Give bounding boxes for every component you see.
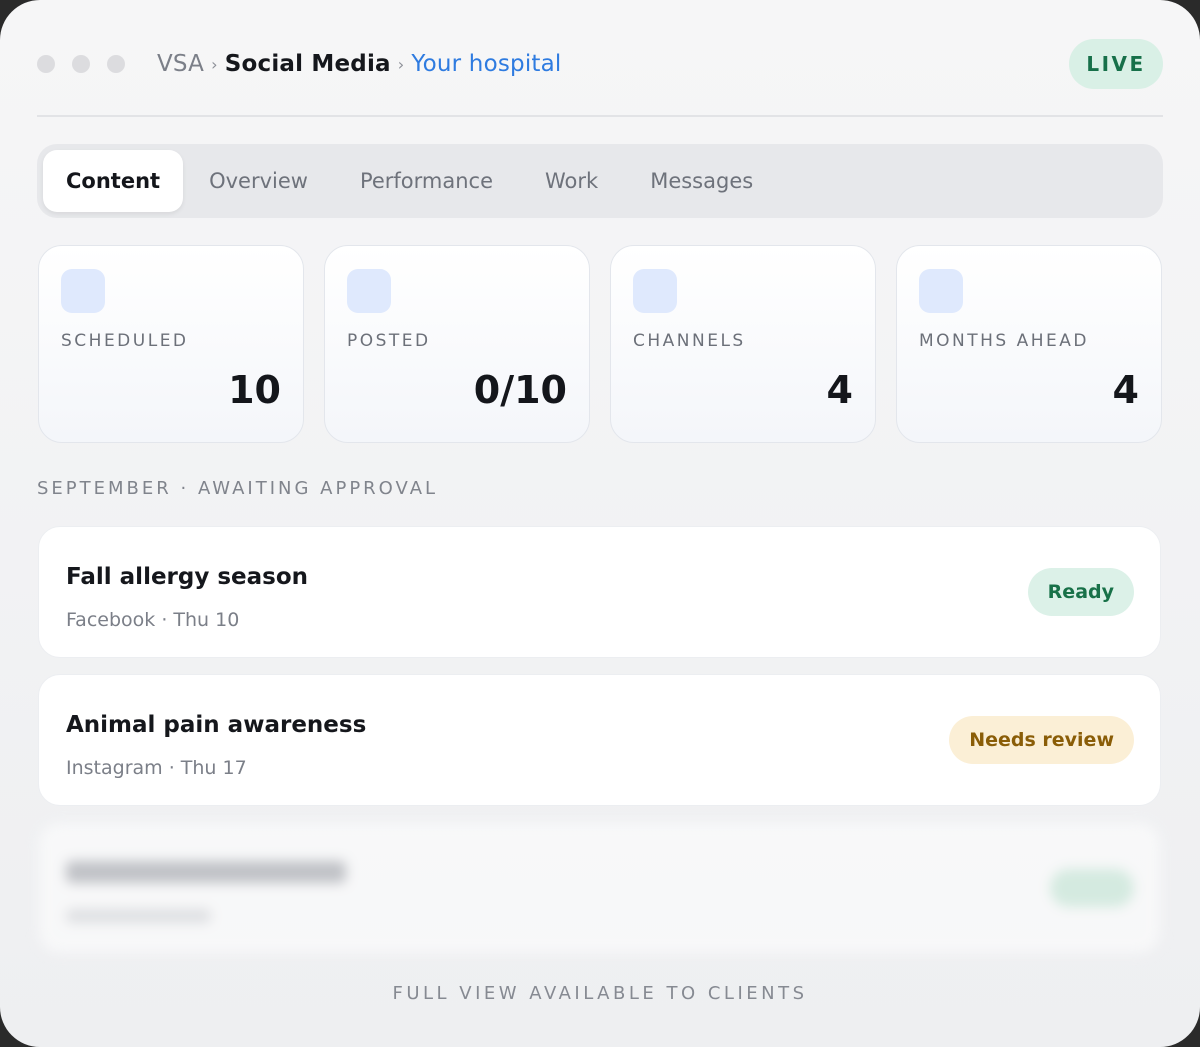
breadcrumb-current: Social Media — [224, 51, 391, 77]
breadcrumb: VSA › Social Media › Your hospital — [157, 51, 562, 77]
stat-label: MONTHS AHEAD — [919, 331, 1090, 351]
post-title: Animal pain awareness — [66, 712, 367, 738]
stat-value: 0/10 — [473, 368, 567, 412]
window-controls — [37, 55, 125, 73]
stats-row: SCHEDULED 10 POSTED 0/10 CHANNELS 4 MONT… — [38, 245, 1162, 443]
tab-overview[interactable]: Overview — [183, 150, 334, 212]
stat-label: POSTED — [347, 331, 431, 351]
post-row[interactable]: Fall allergy season Facebook · Thu 10 Re… — [38, 526, 1161, 658]
channels-icon — [633, 269, 677, 313]
window-minimize-dot[interactable] — [72, 55, 90, 73]
stat-value: 4 — [826, 368, 853, 412]
header: VSA › Social Media › Your hospital LIVE — [37, 38, 1163, 90]
breadcrumb-root[interactable]: VSA — [157, 51, 204, 77]
window-maximize-dot[interactable] — [107, 55, 125, 73]
window-close-dot[interactable] — [37, 55, 55, 73]
stat-card-channels: CHANNELS 4 — [610, 245, 876, 443]
section-label: SEPTEMBER · AWAITING APPROVAL — [37, 478, 439, 499]
status-badge: Needs review — [949, 716, 1134, 764]
app-window: VSA › Social Media › Your hospital LIVE … — [0, 0, 1200, 1047]
footer-note: FULL VIEW AVAILABLE TO CLIENTS — [392, 983, 808, 1004]
clock-icon — [919, 269, 963, 313]
stat-label: CHANNELS — [633, 331, 746, 351]
breadcrumb-hospital-link[interactable]: Your hospital — [411, 51, 561, 77]
check-icon — [347, 269, 391, 313]
header-divider — [37, 115, 1163, 117]
stat-value: 10 — [228, 368, 281, 412]
post-meta: Facebook · Thu 10 — [66, 609, 240, 631]
post-meta: Instagram · Thu 17 — [66, 757, 247, 779]
stat-card-posted: POSTED 0/10 — [324, 245, 590, 443]
tab-work[interactable]: Work — [519, 150, 624, 212]
calendar-icon — [61, 269, 105, 313]
tab-bar: Content Overview Performance Work Messag… — [37, 144, 1163, 218]
tab-performance[interactable]: Performance — [334, 150, 519, 212]
post-row[interactable]: Animal pain awareness Instagram · Thu 17… — [38, 674, 1161, 806]
status-badge: Ready — [1027, 568, 1134, 616]
stat-value: 4 — [1112, 368, 1139, 412]
post-title: Fall allergy season — [66, 564, 309, 590]
stat-label: SCHEDULED — [61, 331, 189, 351]
blurred-meta-placeholder — [66, 909, 211, 923]
stat-card-months-ahead: MONTHS AHEAD 4 — [896, 245, 1162, 443]
live-status-badge: LIVE — [1069, 39, 1163, 89]
tab-messages[interactable]: Messages — [624, 150, 779, 212]
breadcrumb-separator: › — [397, 54, 405, 74]
blurred-post-row — [38, 822, 1161, 954]
tab-content[interactable]: Content — [43, 150, 184, 212]
blurred-status-placeholder — [1050, 869, 1134, 907]
breadcrumb-separator: › — [211, 54, 218, 74]
blurred-title-placeholder — [66, 861, 346, 883]
stat-card-scheduled: SCHEDULED 10 — [38, 245, 304, 443]
